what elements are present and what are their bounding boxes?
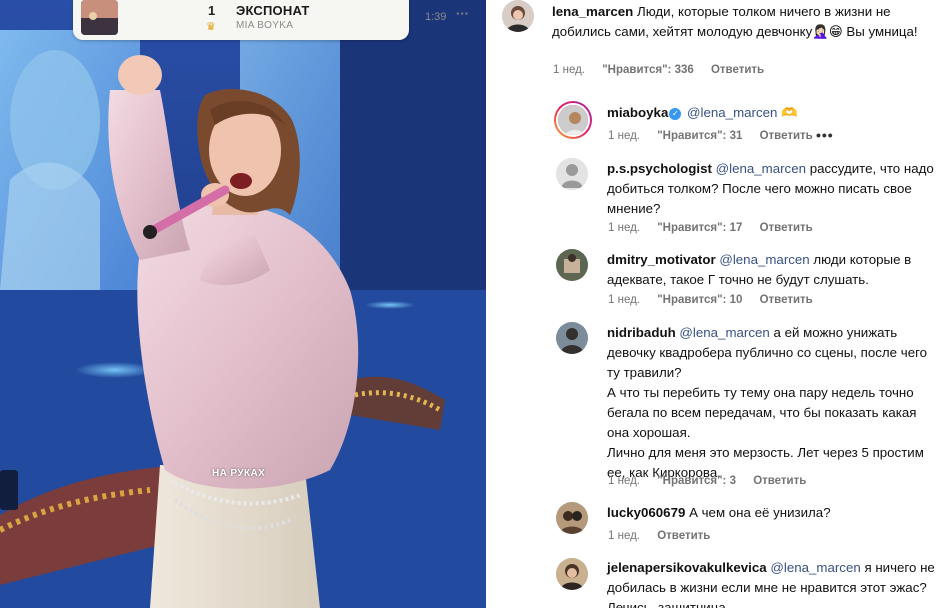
comment-username[interactable]: jelenapersikovakulkevica bbox=[607, 560, 767, 575]
comment-likes[interactable]: "Нравится": 10 bbox=[657, 294, 742, 306]
comment-mention[interactable]: @lena_marcen bbox=[719, 252, 809, 267]
more-options-icon[interactable]: ••• bbox=[816, 127, 834, 143]
comment-text: lena_marcen Люди, которые толком ничего … bbox=[552, 2, 932, 42]
comment-likes[interactable]: "Нравится": 31 bbox=[657, 130, 742, 142]
comment-text: miaboyka ✓ @lena_marcen 🫶 bbox=[607, 103, 927, 123]
comment-meta: 1 нед. "Нравится": 17 Ответить bbox=[608, 222, 827, 234]
comment-time: 1 нед. bbox=[608, 294, 640, 306]
comment-body-paragraph: А что ты перебить ту тему она пару недел… bbox=[607, 385, 917, 440]
comment-text: nidribaduh @lena_marcen а ей можно унижа… bbox=[607, 323, 942, 483]
chart-rank: 1 bbox=[208, 3, 216, 18]
reply-button[interactable]: Ответить bbox=[711, 64, 764, 76]
comment-text: dmitry_motivator @lena_marcen люди котор… bbox=[607, 250, 937, 290]
avatar[interactable] bbox=[556, 558, 588, 590]
comment-likes[interactable]: "Нравится": 3 bbox=[657, 475, 736, 487]
crown-icon: ♛ bbox=[206, 21, 216, 33]
video-caption: НА РУКАХ bbox=[212, 468, 266, 479]
comment-meta: 1 нед. "Нравится": 3 Ответить bbox=[608, 475, 820, 487]
comments-panel: lena_marcen Люди, которые толком ничего … bbox=[486, 0, 949, 608]
reply-button[interactable]: Ответить bbox=[760, 294, 813, 306]
comment-time: 1 нед. bbox=[553, 64, 585, 76]
comment-body: А чем она её унизила? bbox=[685, 505, 831, 520]
comment-meta: 1 нед. "Нравится": 10 Ответить bbox=[608, 294, 827, 306]
comment-username[interactable]: nidribaduh bbox=[607, 325, 676, 340]
comment-username[interactable]: miaboyka bbox=[607, 105, 668, 120]
reply-button[interactable]: Ответить bbox=[753, 475, 806, 487]
album-cover bbox=[81, 0, 118, 35]
avatar[interactable] bbox=[502, 0, 534, 32]
track-artist: MIA BOYKA bbox=[236, 20, 294, 31]
comment-meta: 1 нед. Ответить bbox=[608, 530, 724, 542]
comment-time: 1 нед. bbox=[608, 222, 640, 234]
reply-button[interactable]: Ответить bbox=[760, 130, 813, 142]
avatar[interactable] bbox=[556, 322, 588, 354]
comment-text: p.s.psychologist @lena_marcen рассудите,… bbox=[607, 159, 937, 219]
comment-username[interactable]: lucky060679 bbox=[607, 505, 685, 520]
comment-text: lucky060679 А чем она её унизила? bbox=[607, 503, 937, 523]
avatar[interactable] bbox=[556, 502, 588, 534]
track-duration: 1:39 bbox=[425, 11, 447, 23]
comment-meta: 1 нед. "Нравится": 31 Ответить bbox=[608, 130, 827, 142]
avatar[interactable] bbox=[556, 158, 588, 190]
comment-time: 1 нед. bbox=[608, 130, 640, 142]
comment-likes[interactable]: "Нравится": 336 bbox=[602, 64, 694, 76]
avatar[interactable] bbox=[554, 101, 592, 139]
comment-text: jelenapersikovakulkevica @lena_marcen я … bbox=[607, 558, 942, 608]
reply-button[interactable]: Ответить bbox=[657, 530, 710, 542]
comment-time: 1 нед. bbox=[608, 530, 640, 542]
verified-badge-icon: ✓ bbox=[669, 108, 682, 120]
video-player[interactable]: 1 ♛ ЭКСПОНАТ MIA BOYKA 1:39 ··· НА РУКАХ bbox=[0, 0, 486, 608]
track-title: ЭКСПОНАТ bbox=[236, 3, 310, 18]
music-sticker[interactable]: 1 ♛ ЭКСПОНАТ MIA BOYKA 1:39 ··· bbox=[73, 0, 469, 40]
reply-button[interactable]: Ответить bbox=[760, 222, 813, 234]
comment-mention[interactable]: @lena_marcen bbox=[770, 560, 860, 575]
comment-mention[interactable]: @lena_marcen bbox=[679, 325, 769, 340]
avatar[interactable] bbox=[556, 249, 588, 281]
concert-video-frame bbox=[0, 0, 486, 608]
comment-mention[interactable]: @lena_marcen bbox=[716, 161, 806, 176]
comment-meta: 1 нед. "Нравится": 336 Ответить bbox=[553, 64, 778, 76]
comment-username[interactable]: dmitry_motivator bbox=[607, 252, 716, 267]
comment-username[interactable]: p.s.psychologist bbox=[607, 161, 712, 176]
comment-mention[interactable]: @lena_marcen bbox=[687, 105, 777, 120]
comment-likes[interactable]: "Нравится": 17 bbox=[657, 222, 742, 234]
more-options-icon[interactable]: ··· bbox=[456, 6, 469, 21]
comment-time: 1 нед. bbox=[608, 475, 640, 487]
comment-username[interactable]: lena_marcen bbox=[552, 4, 633, 19]
comment-body: 🫶 bbox=[777, 105, 798, 120]
